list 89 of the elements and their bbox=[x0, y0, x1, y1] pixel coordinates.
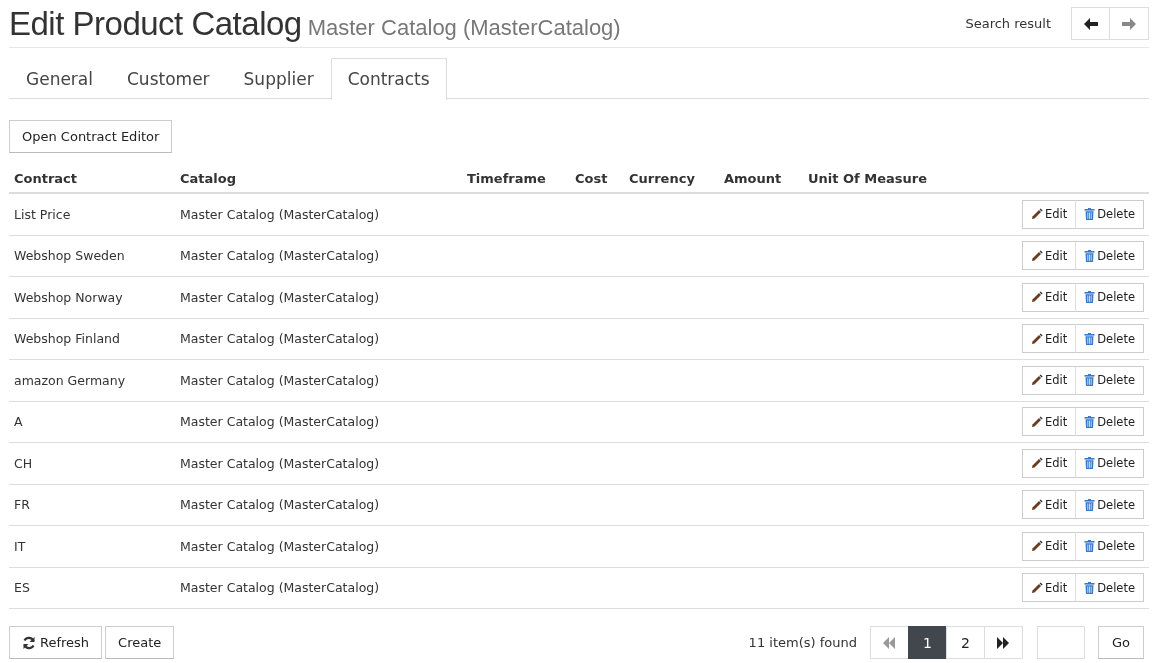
pencil-icon bbox=[1030, 457, 1043, 470]
pencil-icon bbox=[1030, 249, 1043, 262]
column-header: Cost bbox=[570, 165, 624, 193]
pencil-icon bbox=[1030, 581, 1043, 594]
column-header: Contract bbox=[9, 165, 175, 193]
delete-button[interactable]: Delete bbox=[1075, 407, 1144, 437]
trash-icon bbox=[1084, 332, 1096, 345]
table-cell: Master Catalog (MasterCatalog) bbox=[175, 525, 462, 567]
open-contract-editor-button[interactable]: Open Contract Editor bbox=[9, 120, 173, 153]
double-triangle-icon bbox=[882, 636, 897, 649]
refresh-button[interactable]: Refresh bbox=[9, 626, 103, 659]
edit-button[interactable]: Edit bbox=[1021, 407, 1077, 437]
page-number-field[interactable] bbox=[1036, 626, 1085, 659]
delete-button[interactable]: Delete bbox=[1075, 573, 1144, 603]
table-cell: Master Catalog (MasterCatalog) bbox=[175, 567, 462, 609]
delete-button[interactable]: Delete bbox=[1075, 324, 1144, 354]
create-button[interactable]: Create bbox=[105, 626, 175, 659]
double-triangle-icon bbox=[996, 636, 1011, 649]
trash-icon bbox=[1084, 249, 1096, 262]
edit-button[interactable]: Edit bbox=[1021, 490, 1077, 520]
table-cell: Webshop Finland bbox=[9, 318, 175, 360]
edit-button[interactable]: Edit bbox=[1021, 531, 1077, 561]
arrow-icon bbox=[1082, 16, 1099, 31]
table-cell: CH bbox=[9, 442, 175, 484]
trash-icon bbox=[1084, 415, 1096, 428]
trash-icon bbox=[1084, 457, 1096, 470]
edit-button[interactable]: Edit bbox=[1021, 282, 1077, 312]
trash-icon bbox=[1084, 291, 1096, 304]
table-cell: Master Catalog (MasterCatalog) bbox=[175, 359, 462, 401]
edit-button[interactable]: Edit bbox=[1021, 324, 1077, 354]
table-cell: ES bbox=[9, 567, 175, 609]
column-header: Amount bbox=[719, 165, 803, 193]
table-cell: Master Catalog (MasterCatalog) bbox=[175, 401, 462, 443]
tab[interactable]: Contracts bbox=[330, 58, 447, 100]
table-cell: Master Catalog (MasterCatalog) bbox=[175, 193, 462, 235]
search-result-label: Search result bbox=[965, 16, 1051, 31]
delete-button[interactable]: Delete bbox=[1075, 241, 1144, 271]
edit-button[interactable]: Edit bbox=[1021, 199, 1077, 229]
table-cell: amazon Germany bbox=[9, 359, 175, 401]
pencil-icon bbox=[1030, 540, 1043, 553]
delete-button[interactable]: Delete bbox=[1075, 199, 1144, 229]
table-cell: Master Catalog (MasterCatalog) bbox=[175, 442, 462, 484]
page-button[interactable]: 1 bbox=[907, 626, 947, 659]
trash-icon bbox=[1084, 208, 1096, 221]
table-cell: Master Catalog (MasterCatalog) bbox=[175, 484, 462, 526]
table-cell: List Price bbox=[9, 193, 175, 235]
edit-button[interactable]: Edit bbox=[1021, 241, 1077, 271]
tab[interactable]: Supplier bbox=[226, 58, 331, 98]
page-subtitle: Master Catalog (MasterCatalog) bbox=[307, 14, 621, 41]
column-header: Unit Of Measure bbox=[803, 165, 974, 193]
tab[interactable]: General bbox=[9, 58, 110, 98]
pencil-icon bbox=[1030, 208, 1043, 221]
column-header: Currency bbox=[624, 165, 719, 193]
table-cell: Master Catalog (MasterCatalog) bbox=[175, 276, 462, 318]
table-cell: Webshop Sweden bbox=[9, 235, 175, 277]
edit-button[interactable]: Edit bbox=[1021, 448, 1077, 478]
arrow-icon bbox=[1121, 16, 1137, 31]
trash-icon bbox=[1084, 581, 1096, 594]
table-cell: Master Catalog (MasterCatalog) bbox=[175, 318, 462, 360]
back-button[interactable] bbox=[1071, 7, 1110, 40]
page-button[interactable]: 2 bbox=[945, 626, 985, 659]
pencil-icon bbox=[1030, 291, 1043, 304]
refresh-icon bbox=[22, 635, 36, 650]
edit-button[interactable]: Edit bbox=[1021, 573, 1077, 603]
edit-button[interactable]: Edit bbox=[1021, 365, 1077, 395]
item-count: 11 item(s) found bbox=[748, 635, 857, 650]
table-cell: Webshop Norway bbox=[9, 276, 175, 318]
delete-button[interactable]: Delete bbox=[1075, 282, 1144, 312]
pencil-icon bbox=[1030, 498, 1043, 511]
pencil-icon bbox=[1030, 415, 1043, 428]
pencil-icon bbox=[1030, 374, 1043, 387]
go-button[interactable]: Go bbox=[1097, 626, 1144, 659]
table-cell: A bbox=[9, 401, 175, 443]
last-page-button[interactable] bbox=[983, 626, 1023, 659]
delete-button[interactable]: Delete bbox=[1075, 365, 1144, 395]
delete-button[interactable]: Delete bbox=[1075, 531, 1144, 561]
tab[interactable]: Customer bbox=[110, 58, 227, 98]
table-cell: FR bbox=[9, 484, 175, 526]
table-cell: Master Catalog (MasterCatalog) bbox=[175, 235, 462, 277]
page-title: Edit Product Catalog bbox=[9, 4, 302, 43]
column-header: Catalog bbox=[175, 165, 462, 193]
trash-icon bbox=[1084, 540, 1096, 553]
delete-button[interactable]: Delete bbox=[1075, 448, 1144, 478]
table-cell: IT bbox=[9, 525, 175, 567]
trash-icon bbox=[1084, 498, 1096, 511]
column-header: Timeframe bbox=[462, 165, 570, 193]
delete-button[interactable]: Delete bbox=[1075, 490, 1144, 520]
trash-icon bbox=[1084, 374, 1096, 387]
pencil-icon bbox=[1030, 332, 1043, 345]
